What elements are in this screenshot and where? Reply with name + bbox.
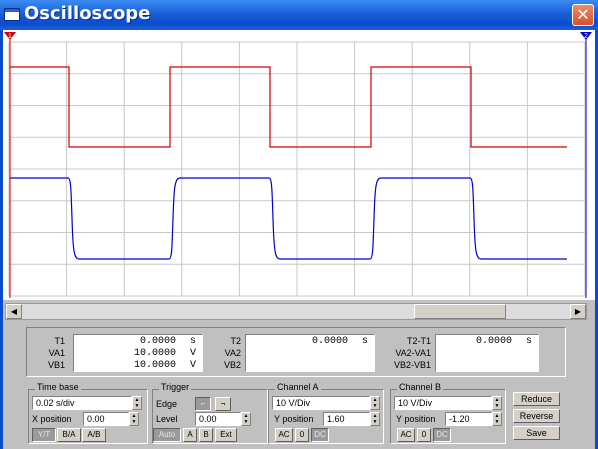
cursor1-readout: 0.0000 s 10.0000 V 10.0000 V <box>73 334 203 372</box>
close-button[interactable]: ✕ <box>572 4 594 26</box>
trigger-a-button[interactable]: A <box>183 428 197 442</box>
vb1-label: VB1 <box>47 360 65 370</box>
channel-a-ypos-field[interactable]: 1.60 <box>323 412 370 426</box>
t2-t1-value: 0.0000 <box>475 336 512 347</box>
channel-b-title: Channel B <box>397 382 444 392</box>
channel-a-ypos-spinner[interactable]: ▲ ▼ <box>370 412 380 426</box>
vb2-vb1-label: VB2-VB1 <box>393 360 431 370</box>
t2-label: T2 <box>230 336 241 346</box>
timebase-title: Time base <box>35 382 81 392</box>
channel-b-dc-button[interactable]: DC <box>433 428 451 442</box>
channel-b-ac-button[interactable]: AC <box>397 428 415 442</box>
rising-edge-icon[interactable]: ⌐ <box>195 397 211 411</box>
timebase-scale-spinner[interactable]: ▲ ▼ <box>132 396 142 410</box>
t2-unit: s <box>361 336 368 347</box>
trigger-group: Trigger Edge ⌐ ¬ Level 0.00 ▲ ▼ Auto A B … <box>152 382 268 444</box>
level-label: Level <box>156 414 178 424</box>
trigger-b-button[interactable]: B <box>199 428 213 442</box>
channel-b-ypos-field[interactable]: -1.20 <box>445 412 492 426</box>
va2-va1-label: VA2-VA1 <box>395 348 431 358</box>
cursor-2-label: 2 <box>584 33 588 40</box>
channel-a-zero-button[interactable]: 0 <box>295 428 309 442</box>
channel-a-ac-button[interactable]: AC <box>275 428 293 442</box>
scope-display: 12 <box>3 30 595 300</box>
channel-b-ypos-spinner[interactable]: ▲ ▼ <box>492 412 502 426</box>
t2-t1-label: T2-T1 <box>406 336 431 346</box>
t2-value: 0.0000 <box>311 336 348 347</box>
channel-b-group: Channel B 10 V/Div ▲ ▼ Y position -1.20 ▲… <box>390 382 506 444</box>
scroll-thumb[interactable] <box>414 304 506 319</box>
trigger-auto-button[interactable]: Auto <box>153 428 181 442</box>
horizontal-scrollbar[interactable]: ◀ ▶ <box>5 303 587 320</box>
timebase-scale-field[interactable]: 0.02 s/div <box>32 396 132 410</box>
cursor-readout-panel: T1 VA1 VB1 0.0000 s 10.0000 V 10.0000 V … <box>26 327 566 377</box>
scroll-right-arrow[interactable]: ▶ <box>570 304 586 319</box>
mode-yt-button[interactable]: Y/T <box>32 428 56 442</box>
trigger-title: Trigger <box>159 382 192 392</box>
va2-label: VA2 <box>224 348 241 358</box>
channel-a-group: Channel A 10 V/Div ▲ ▼ Y position 1.60 ▲ ▼… <box>268 382 384 444</box>
xpos-field[interactable]: 0.00 <box>83 412 129 426</box>
trigger-level-field[interactable]: 0.00 <box>195 412 241 426</box>
t1-unit: s <box>189 336 196 347</box>
edge-label: Edge <box>156 399 178 409</box>
xpos-label: X position <box>32 414 72 424</box>
channel-b-zero-button[interactable]: 0 <box>417 428 431 442</box>
va1-unit: V <box>189 348 196 359</box>
falling-edge-icon[interactable]: ¬ <box>215 397 231 411</box>
mode-ab-button[interactable]: A/B <box>82 428 106 442</box>
t2-t1-unit: s <box>525 336 532 347</box>
cursor-1-label: 1 <box>8 33 12 40</box>
trigger-ext-button[interactable]: Ext <box>215 428 237 442</box>
channel-a-scale-spinner[interactable]: ▲ ▼ <box>370 396 380 410</box>
channel-b-scale-spinner[interactable]: ▲ ▼ <box>492 396 502 410</box>
va1-value: 10.0000 <box>133 348 176 359</box>
channel-a-scale-field[interactable]: 10 V/Div <box>272 396 370 410</box>
cursor2-readout: 0.0000 s <box>245 334 375 372</box>
timebase-group: Time base 0.02 s/div ▲ ▼ X position 0.00 … <box>28 382 148 444</box>
scope-screen: 12 <box>3 30 595 300</box>
vb1-value: 10.0000 <box>133 360 176 371</box>
channel-b-ypos-label: Y position <box>396 414 436 424</box>
title-bar: Oscilloscope ✕ <box>0 0 598 30</box>
t1-value: 0.0000 <box>139 336 176 347</box>
xpos-spinner[interactable]: ▲ ▼ <box>129 412 139 426</box>
vb2-label: VB2 <box>223 360 241 370</box>
reduce-button[interactable]: Reduce <box>513 392 560 406</box>
channel-a-title: Channel A <box>275 382 321 392</box>
va1-label: VA1 <box>48 348 65 358</box>
scroll-left-arrow[interactable]: ◀ <box>6 304 22 319</box>
delta-readout: 0.0000 s <box>435 334 539 372</box>
window-icon <box>4 8 20 21</box>
trigger-level-spinner[interactable]: ▲ ▼ <box>241 412 251 426</box>
vb1-unit: V <box>189 360 196 371</box>
t1-label: T1 <box>54 336 65 346</box>
channel-a-ypos-label: Y position <box>274 414 314 424</box>
window-title: Oscilloscope <box>24 3 151 24</box>
channel-a-dc-button[interactable]: DC <box>311 428 329 442</box>
reverse-button[interactable]: Reverse <box>513 409 560 423</box>
save-button[interactable]: Save <box>513 426 560 440</box>
mode-ba-button[interactable]: B/A <box>57 428 81 442</box>
channel-b-scale-field[interactable]: 10 V/Div <box>394 396 492 410</box>
